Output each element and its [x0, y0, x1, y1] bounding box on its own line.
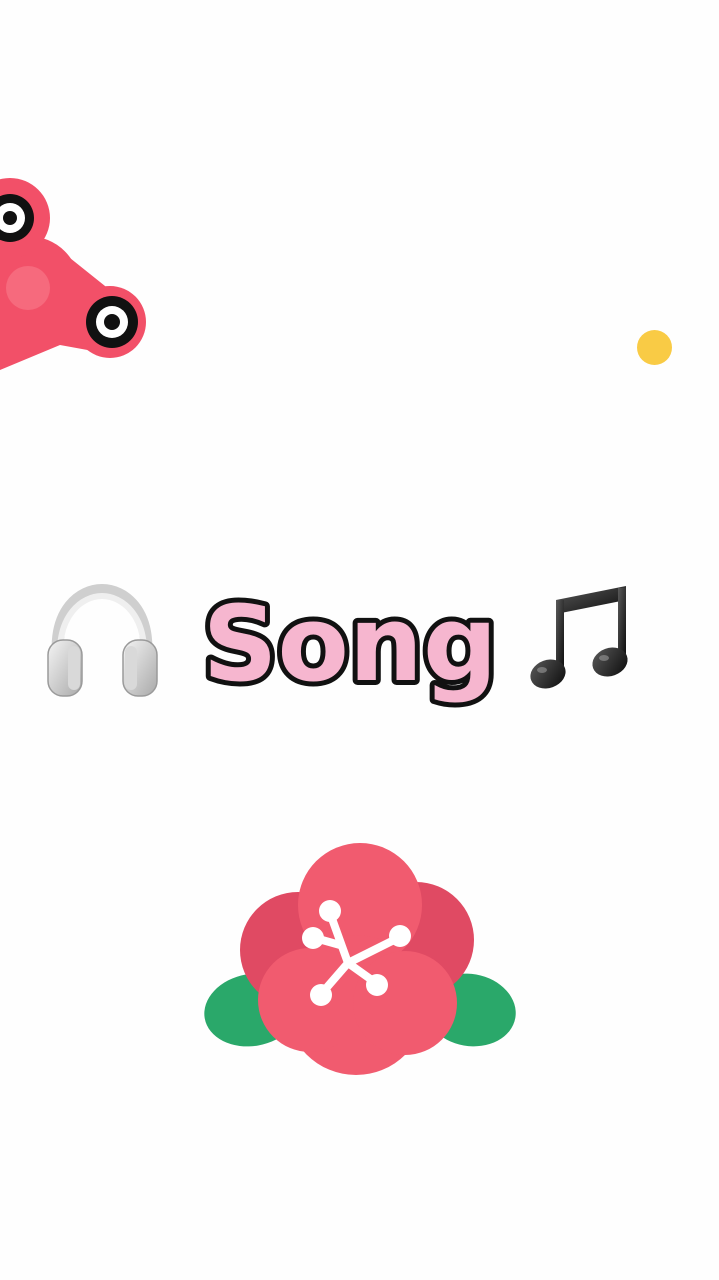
- title-row: Song: [0, 570, 719, 720]
- fidget-spinner-icon: [0, 178, 146, 370]
- title-text: Song: [203, 583, 498, 705]
- title-text-graphic: Song: [198, 578, 503, 710]
- headphones-icon: [47, 583, 158, 697]
- yellow-dot: [637, 330, 672, 365]
- flower-icon: [204, 843, 516, 1075]
- music-note-icon: [530, 586, 628, 689]
